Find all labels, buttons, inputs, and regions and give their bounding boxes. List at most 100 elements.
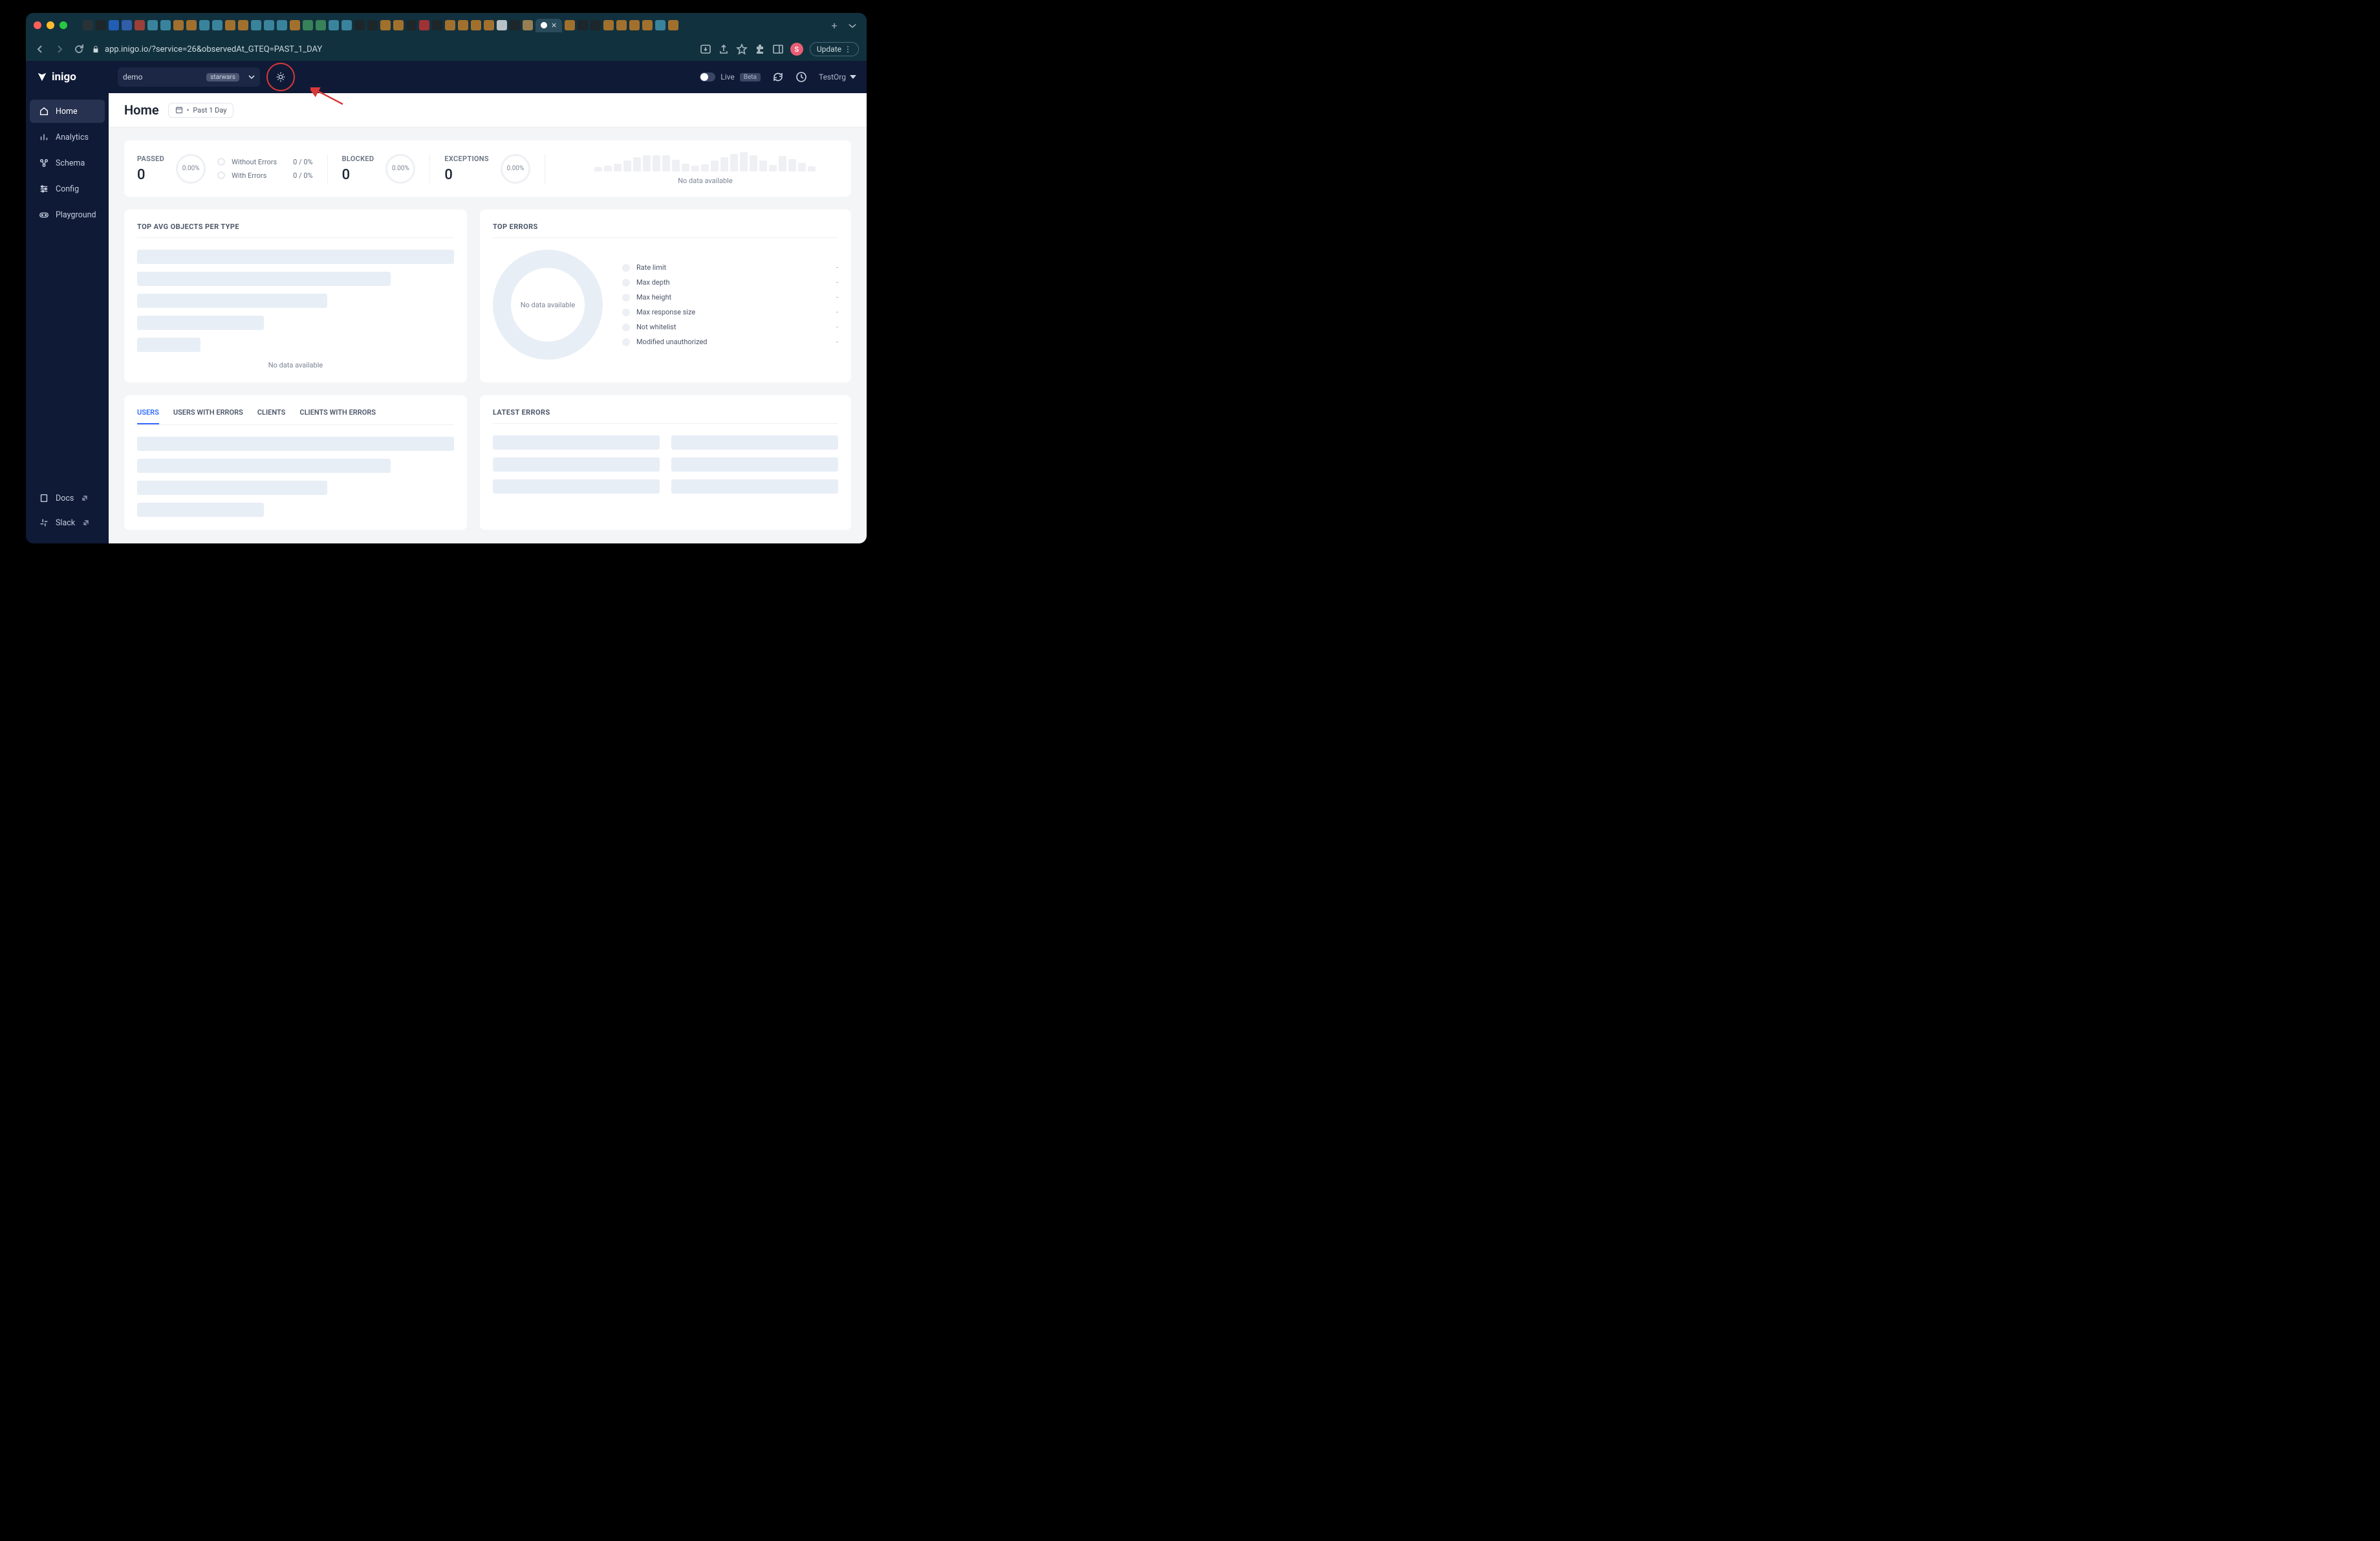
- refresh-icon[interactable]: [772, 71, 784, 83]
- share-icon[interactable]: [718, 43, 730, 55]
- browser-tab-active[interactable]: ✕: [536, 19, 562, 32]
- external-link-icon: [81, 495, 88, 501]
- sidebar-item-docs[interactable]: Docs: [30, 486, 105, 510]
- stat-exceptions-percent: 0.00%: [501, 154, 530, 184]
- browser-tab[interactable]: [393, 20, 404, 30]
- tab-list: ✕: [83, 19, 823, 32]
- forward-button[interactable]: [53, 43, 66, 56]
- install-icon[interactable]: [700, 43, 711, 55]
- browser-tab[interactable]: [290, 20, 300, 30]
- browser-tab[interactable]: [225, 20, 235, 30]
- tab-clients[interactable]: CLIENTS: [257, 408, 286, 424]
- browser-tab[interactable]: [96, 20, 106, 30]
- update-button[interactable]: Update ⋮: [810, 42, 859, 56]
- sidebar-item-schema[interactable]: Schema: [30, 151, 105, 175]
- browser-tab[interactable]: [186, 20, 197, 30]
- browser-tab[interactable]: [109, 20, 119, 30]
- reload-button[interactable]: [72, 43, 85, 56]
- skeleton-bar: [137, 316, 264, 330]
- browser-tab[interactable]: [173, 20, 184, 30]
- tab-users-with-errors[interactable]: USERS WITH ERRORS: [173, 408, 243, 424]
- close-icon[interactable]: ✕: [551, 21, 557, 30]
- browser-tab[interactable]: [629, 20, 640, 30]
- browser-tab[interactable]: [122, 20, 132, 30]
- sidebar-item-config[interactable]: Config: [30, 177, 105, 201]
- browser-tab[interactable]: [380, 20, 391, 30]
- sidebar-item-analytics[interactable]: Analytics: [30, 126, 105, 149]
- browser-tab[interactable]: [277, 20, 287, 30]
- extensions-icon[interactable]: [754, 43, 766, 55]
- browser-tab[interactable]: [578, 20, 588, 30]
- analytics-icon: [39, 132, 49, 142]
- legend-item: Modified unauthorized-: [622, 338, 838, 346]
- tab-users[interactable]: USERS: [137, 408, 159, 424]
- legend-item: Max depth-: [622, 278, 838, 287]
- browser-tab[interactable]: [147, 20, 158, 30]
- stat-blocked-title: BLOCKED: [342, 155, 374, 163]
- browser-tab[interactable]: [419, 20, 429, 30]
- browser-tab[interactable]: [445, 20, 455, 30]
- users-panel: USERS USERS WITH ERRORS CLIENTS CLIENTS …: [124, 395, 467, 530]
- browser-tab[interactable]: [329, 20, 339, 30]
- browser-tab-strip: ✕ +: [26, 13, 867, 38]
- browser-tab[interactable]: [135, 20, 145, 30]
- browser-tab[interactable]: [160, 20, 171, 30]
- calendar-icon: [175, 106, 183, 114]
- browser-tab[interactable]: [565, 20, 575, 30]
- history-icon[interactable]: [795, 71, 807, 83]
- browser-tab[interactable]: [655, 20, 665, 30]
- browser-tab[interactable]: [510, 20, 520, 30]
- sidebar-item-slack[interactable]: Slack: [30, 511, 105, 534]
- sidepanel-icon[interactable]: [772, 43, 784, 55]
- profile-avatar[interactable]: S: [790, 43, 803, 56]
- browser-tab[interactable]: [471, 20, 481, 30]
- window-close-icon[interactable]: [34, 21, 41, 29]
- brand-logo[interactable]: inigo: [36, 71, 109, 83]
- back-button[interactable]: [34, 43, 47, 56]
- new-tab-button[interactable]: +: [828, 19, 841, 32]
- browser-tab[interactable]: [603, 20, 614, 30]
- browser-tab[interactable]: [199, 20, 210, 30]
- panel-title: TOP AVG OBJECTS PER TYPE: [137, 223, 454, 238]
- browser-tab[interactable]: [484, 20, 494, 30]
- browser-tab[interactable]: [642, 20, 653, 30]
- bookmark-icon[interactable]: [736, 43, 748, 55]
- top-errors-legend: Rate limit- Max depth- Max height- Max r…: [622, 263, 838, 346]
- browser-tab[interactable]: [303, 20, 313, 30]
- stat-blocked-value: 0: [342, 167, 374, 183]
- browser-tab[interactable]: [264, 20, 274, 30]
- browser-tab[interactable]: [354, 20, 365, 30]
- browser-tab[interactable]: [83, 20, 93, 30]
- browser-tab[interactable]: [341, 20, 352, 30]
- browser-tab[interactable]: [406, 20, 416, 30]
- live-toggle[interactable]: Live Beta: [700, 72, 761, 82]
- address-bar[interactable]: app.inigo.io/?service=26&observedAt_GTEQ…: [92, 45, 693, 54]
- browser-tab[interactable]: [238, 20, 248, 30]
- browser-tab[interactable]: [432, 20, 442, 30]
- org-selector[interactable]: TestOrg: [819, 72, 856, 82]
- settings-button[interactable]: [269, 65, 292, 89]
- browser-tab[interactable]: [458, 20, 468, 30]
- legend-item: Max height-: [622, 293, 838, 301]
- service-selector[interactable]: demo starwars: [118, 67, 260, 87]
- browser-tab[interactable]: [212, 20, 222, 30]
- browser-tab[interactable]: [497, 20, 507, 30]
- schema-icon: [39, 158, 49, 168]
- tab-clients-with-errors[interactable]: CLIENTS WITH ERRORS: [299, 408, 376, 424]
- toggle-switch[interactable]: [700, 72, 715, 82]
- tab-overflow-button[interactable]: [846, 19, 859, 32]
- sidebar-item-playground[interactable]: Playground: [30, 203, 105, 226]
- browser-tab[interactable]: [251, 20, 261, 30]
- browser-tab[interactable]: [616, 20, 627, 30]
- window-minimize-icon[interactable]: [47, 21, 54, 29]
- docs-icon: [39, 493, 49, 503]
- date-range-selector[interactable]: • Past 1 Day: [168, 103, 234, 118]
- browser-tab[interactable]: [668, 20, 678, 30]
- browser-tab[interactable]: [590, 20, 601, 30]
- legend-item: Rate limit-: [622, 263, 838, 272]
- browser-tab[interactable]: [523, 20, 533, 30]
- browser-tab[interactable]: [316, 20, 326, 30]
- browser-tab[interactable]: [367, 20, 378, 30]
- sidebar-item-home[interactable]: Home: [30, 100, 105, 123]
- window-maximize-icon[interactable]: [60, 21, 67, 29]
